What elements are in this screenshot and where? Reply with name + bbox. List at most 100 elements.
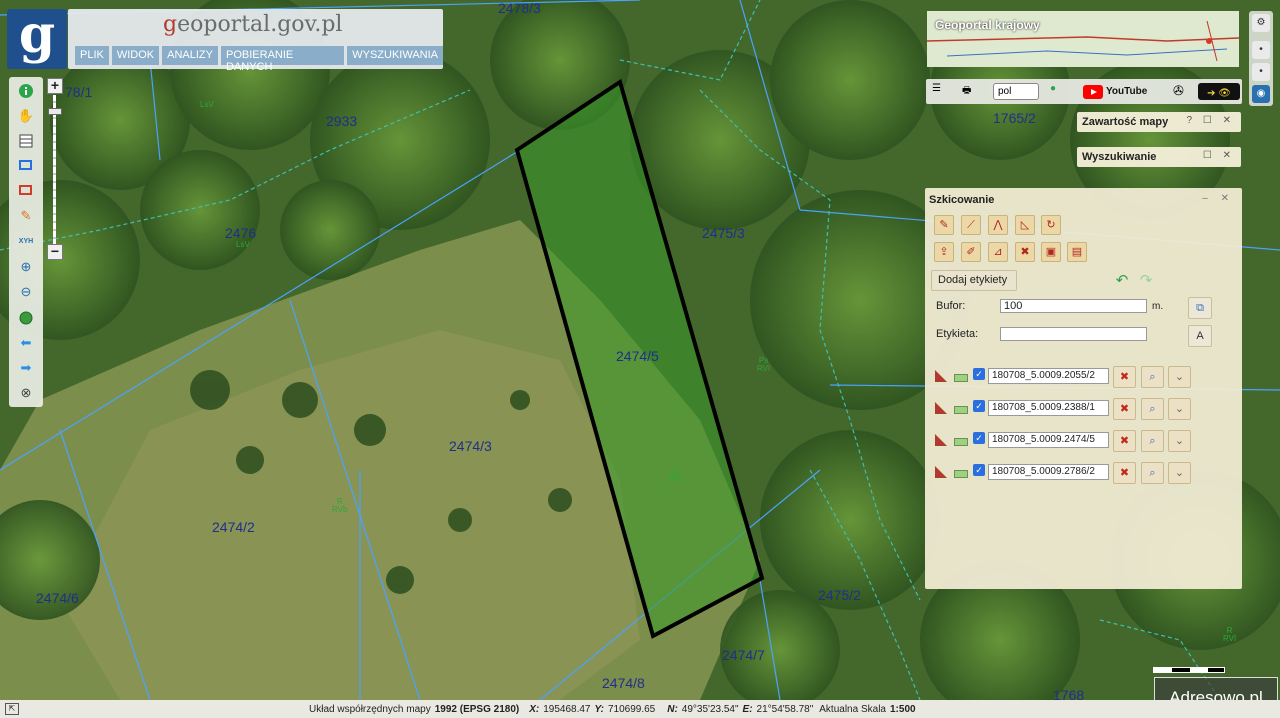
zoom-slider[interactable]: + − [47, 78, 63, 263]
coordinates-icon[interactable]: ⇱ [5, 703, 19, 715]
contrast-toggle[interactable]: ➔ 👁 [1198, 83, 1240, 100]
visibility-checkbox[interactable]: ✓ [973, 368, 985, 380]
draw-point-icon[interactable]: ✎ [934, 215, 954, 235]
map-contents-panel[interactable]: Zawartość mapy ? ☐ ✕ [1077, 112, 1241, 132]
delete-layer-icon[interactable]: ✖ [1113, 430, 1136, 452]
menu-wyszukiwania[interactable]: WYSZUKIWANIA [347, 46, 443, 65]
import-icon[interactable]: ⇪ [934, 242, 954, 262]
geoportal-logo[interactable]: g [7, 9, 67, 69]
eye-icon[interactable]: ◉ [1252, 85, 1270, 103]
zoom-in-icon[interactable]: ⊕ [16, 257, 36, 277]
redo-icon[interactable]: ↷ [1136, 272, 1156, 290]
zoom-to-layer-icon[interactable]: ⌕ [1141, 366, 1164, 388]
panel-controls[interactable]: ? ☐ ✕ [1187, 115, 1235, 126]
search-panel[interactable]: Wyszukiwanie ☐ ✕ [1077, 147, 1241, 167]
youtube-link[interactable]: YouTube [1083, 83, 1151, 100]
zoom-to-layer-icon[interactable]: ⌕ [1141, 398, 1164, 420]
help-icon[interactable]: ⊗ [16, 383, 36, 403]
help-icon[interactable]: ● [1050, 83, 1066, 100]
select-box-icon[interactable] [16, 156, 36, 176]
parcel-label: 2475/3 [702, 225, 745, 241]
visibility-checkbox[interactable]: ✓ [973, 432, 985, 444]
polygon-type-icon [935, 370, 947, 382]
overview-title: Geoportal krajowy [935, 18, 1040, 32]
forward-arrow-icon[interactable]: ➡ [16, 358, 36, 378]
menu-pobieranie-danych[interactable]: POBIERANIE DANYCH [221, 46, 345, 73]
top-toolbar: ☰ 🖶 pol ● YouTube ✇ ➔ 👁 [926, 79, 1242, 104]
zoom-handle[interactable] [48, 108, 62, 115]
sketch-layer-row: ✓ 180708_5.0009.2388/1 ✖ ⌕ ⌄ [935, 398, 1195, 422]
chevron-down-icon[interactable]: ⌄ [1168, 462, 1191, 484]
layer-name[interactable]: 180708_5.0009.2055/2 [988, 368, 1109, 384]
buffer-icon[interactable]: ⧉ [1188, 297, 1212, 319]
panel-controls[interactable]: – ✕ [1202, 193, 1234, 204]
visibility-checkbox[interactable]: ✓ [973, 464, 985, 476]
back-arrow-icon[interactable]: ⬅ [16, 333, 36, 353]
scale-label: Aktualna Skala [819, 703, 886, 715]
chevron-down-icon[interactable]: ⌄ [1168, 398, 1191, 420]
delete-layer-icon[interactable]: ✖ [1113, 366, 1136, 388]
delete-all-icon[interactable]: ✖ [1015, 242, 1035, 262]
label-text-icon[interactable]: A [1188, 325, 1212, 347]
fill-color-swatch[interactable] [954, 470, 968, 478]
zoom-to-layer-icon[interactable]: ⌕ [1141, 430, 1164, 452]
language-select[interactable]: pol [993, 83, 1039, 100]
export-icon[interactable]: ▤ [1067, 242, 1087, 262]
dot-icon[interactable]: • [1252, 63, 1270, 81]
delete-layer-icon[interactable]: ✖ [1113, 462, 1136, 484]
chevron-down-icon[interactable]: ⌄ [1168, 366, 1191, 388]
pencil-icon[interactable]: ✎ [16, 206, 36, 226]
info-icon[interactable] [16, 81, 36, 101]
zoom-out-icon[interactable]: ⊖ [16, 282, 36, 302]
accessibility-icon[interactable]: ✇ [1173, 83, 1189, 100]
bufor-input[interactable]: 100 [1000, 299, 1147, 313]
visibility-checkbox[interactable]: ✓ [973, 400, 985, 412]
land-class-label: R RVb [332, 497, 348, 514]
youtube-icon [1083, 84, 1103, 99]
table-icon[interactable] [16, 131, 36, 151]
edit-icon[interactable]: ✐ [961, 242, 981, 262]
zoom-track[interactable] [53, 95, 56, 245]
zoom-in-button[interactable]: + [47, 78, 63, 94]
zoom-to-layer-icon[interactable]: ⌕ [1141, 462, 1164, 484]
fill-color-swatch[interactable] [954, 374, 968, 382]
menu-plik[interactable]: PLIK [75, 46, 109, 65]
settings-icon[interactable]: ⚙ [1252, 14, 1270, 32]
measure-icon[interactable]: ⊿ [988, 242, 1008, 262]
globe-icon[interactable] [16, 308, 36, 328]
layer-name[interactable]: 180708_5.0009.2388/1 [988, 400, 1109, 416]
dot-icon[interactable]: • [1252, 41, 1270, 59]
parcel-label: 2474/2 [212, 519, 255, 535]
panel-title: Wyszukiwanie [1082, 151, 1157, 163]
chevron-down-icon[interactable]: ⌄ [1168, 430, 1191, 452]
printer-icon[interactable]: 🖶 [962, 83, 980, 100]
pan-hand-icon[interactable]: ✋ [16, 106, 36, 126]
draw-polyline-icon[interactable]: ⋀ [988, 215, 1008, 235]
draw-freehand-icon[interactable]: ↻ [1041, 215, 1061, 235]
polygon-type-icon [935, 402, 947, 414]
etykieta-input[interactable] [1000, 327, 1147, 341]
polygon-type-icon [935, 466, 947, 478]
add-labels-button[interactable]: Dodaj etykiety [931, 270, 1017, 291]
panel-controls[interactable]: ☐ ✕ [1203, 150, 1235, 161]
delete-layer-icon[interactable]: ✖ [1113, 398, 1136, 420]
menu-analizy[interactable]: ANALIZY [162, 46, 218, 65]
xyh-icon[interactable]: XYH [16, 231, 36, 251]
sketch-layer-row: ✓ 180708_5.0009.2055/2 ✖ ⌕ ⌄ [935, 366, 1195, 390]
overview-map[interactable]: Geoportal krajowy [927, 11, 1239, 67]
fill-color-swatch[interactable] [954, 406, 968, 414]
menu-widok[interactable]: WIDOK [111, 46, 160, 65]
zoom-out-button[interactable]: − [47, 244, 63, 260]
layer-name[interactable]: 180708_5.0009.2786/2 [988, 464, 1109, 480]
fill-color-swatch[interactable] [954, 438, 968, 446]
undo-icon[interactable]: ↶ [1112, 272, 1132, 290]
land-class-label: R RVI [1223, 626, 1237, 643]
layer-name[interactable]: 180708_5.0009.2474/5 [988, 432, 1109, 448]
draw-polygon-icon[interactable]: ◺ [1015, 215, 1035, 235]
select-area-icon[interactable] [16, 181, 36, 201]
draw-line-icon[interactable]: ⟋ [961, 215, 981, 235]
save-icon[interactable]: ▣ [1041, 242, 1061, 262]
list-icon[interactable]: ☰ [932, 83, 948, 100]
site-title[interactable]: geoportal.gov.pl [163, 12, 342, 37]
parcel-label: 2474/6 [36, 590, 79, 606]
